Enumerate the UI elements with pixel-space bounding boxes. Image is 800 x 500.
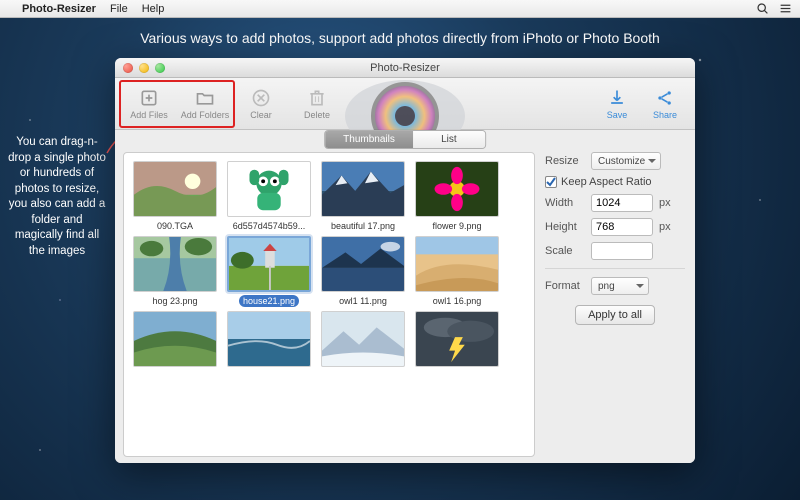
thumbnail-image (415, 236, 499, 292)
thumbnail-filename: owl1 16.png (429, 295, 486, 307)
resize-label: Resize (545, 155, 585, 167)
tab-thumbnails[interactable]: Thumbnails (325, 131, 413, 148)
thumbnail-item[interactable]: flower 9.png (412, 161, 502, 232)
mac-menubar: Photo-Resizer File Help (0, 0, 800, 18)
annotation-top: Various ways to add photos, support add … (50, 30, 750, 46)
share-icon (655, 88, 675, 108)
thumbnail-filename: hog 23.png (148, 295, 201, 307)
thumbnail-image (133, 311, 217, 367)
menubar-file[interactable]: File (110, 3, 128, 15)
add-folders-button[interactable]: Add Folders (177, 81, 233, 127)
notification-center-icon[interactable] (779, 2, 792, 15)
thumbnail-image (227, 311, 311, 367)
resize-select[interactable]: Customize (591, 152, 661, 170)
width-label: Width (545, 197, 585, 209)
save-icon (607, 88, 627, 108)
thumbnail-item[interactable]: 6d557d4574b59... (224, 161, 314, 232)
keep-aspect-label: Keep Aspect Ratio (561, 176, 652, 188)
thumbnail-image (321, 236, 405, 292)
thumbnail-image (133, 236, 217, 292)
apply-to-all-button[interactable]: Apply to all (575, 305, 655, 325)
checkbox-icon (545, 176, 557, 188)
thumbnail-item[interactable] (412, 311, 502, 379)
width-input[interactable] (591, 194, 653, 212)
trash-icon (307, 88, 327, 108)
thumbnail-item[interactable]: 090.TGA (130, 161, 220, 232)
options-panel: Resize Customize Keep Aspect Ratio Width… (535, 130, 695, 463)
folder-icon (195, 88, 215, 108)
thumbnail-item[interactable]: beautiful 17.png (318, 161, 408, 232)
thumbnail-item[interactable]: owl1 11.png (318, 236, 408, 307)
menubar-app-name[interactable]: Photo-Resizer (22, 3, 96, 15)
add-folders-label: Add Folders (181, 110, 230, 120)
add-files-label: Add Files (130, 110, 168, 120)
thumbnail-item[interactable]: house21.png (224, 236, 314, 307)
thumbnail-image (415, 311, 499, 367)
thumbnail-image (133, 161, 217, 217)
thumbnail-image (227, 161, 311, 217)
view-mode-tabs: Thumbnails List (324, 130, 486, 149)
thumbnail-image (321, 161, 405, 217)
thumbnail-filename: house21.png (239, 295, 299, 307)
thumbnail-filename: 090.TGA (153, 220, 197, 232)
save-button[interactable]: Save (593, 81, 641, 127)
thumbnail-item[interactable] (224, 311, 314, 379)
app-window: Photo-Resizer Add Files Add Folders (115, 58, 695, 463)
thumbnail-image (227, 236, 311, 292)
window-titlebar[interactable]: Photo-Resizer (115, 58, 695, 78)
window-title: Photo-Resizer (115, 62, 695, 74)
clear-button[interactable]: Clear (233, 81, 289, 127)
height-input[interactable] (591, 218, 653, 236)
clear-label: Clear (250, 110, 272, 120)
clear-icon (251, 88, 271, 108)
thumbnail-item[interactable]: hog 23.png (130, 236, 220, 307)
thumbnail-filename: owl1 11.png (335, 295, 391, 307)
thumbnail-image (415, 161, 499, 217)
thumbnail-item[interactable] (318, 311, 408, 379)
tab-list[interactable]: List (413, 131, 485, 148)
annotation-left: You can drag-n-drop a single photo or hu… (8, 135, 106, 259)
thumbnail-item[interactable] (130, 311, 220, 379)
format-label: Format (545, 280, 585, 292)
add-files-button[interactable]: Add Files (121, 81, 177, 127)
thumbnail-item[interactable]: owl1 16.png (412, 236, 502, 307)
thumbnail-filename: flower 9.png (428, 220, 485, 232)
share-label: Share (653, 110, 677, 120)
spotlight-icon[interactable] (756, 2, 769, 15)
delete-label: Delete (304, 110, 330, 120)
scale-label: Scale (545, 245, 585, 257)
format-select[interactable]: png (591, 277, 649, 295)
share-button[interactable]: Share (641, 81, 689, 127)
add-files-icon (139, 88, 159, 108)
height-unit: px (659, 221, 677, 233)
menubar-help[interactable]: Help (142, 3, 165, 15)
height-label: Height (545, 221, 585, 233)
toolbar: Add Files Add Folders Clear Delete Save … (115, 78, 695, 130)
width-unit: px (659, 197, 677, 209)
keep-aspect-checkbox[interactable]: Keep Aspect Ratio (545, 176, 685, 188)
save-label: Save (607, 110, 628, 120)
scale-input[interactable] (591, 242, 653, 260)
thumbnail-image (321, 311, 405, 367)
thumbnail-grid[interactable]: 090.TGA 6d557d4574b59... beautiful 17.png f… (123, 152, 535, 457)
thumbnail-filename: beautiful 17.png (327, 220, 399, 232)
thumbnail-filename: 6d557d4574b59... (229, 220, 310, 232)
delete-button[interactable]: Delete (289, 81, 345, 127)
